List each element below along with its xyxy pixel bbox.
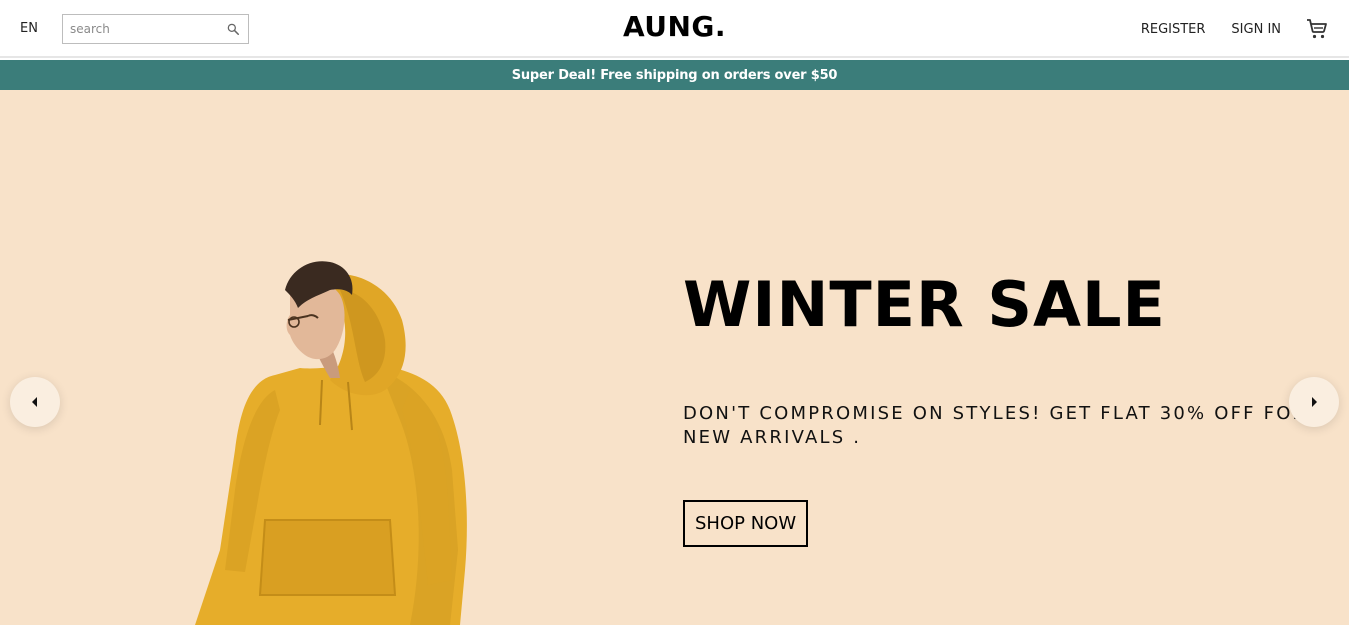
slide-description: DON'T COMPROMISE ON STYLES! GET FLAT 30%…	[683, 403, 1308, 448]
slide-info: WINTER SALE DON'T COMPROMISE ON STYLES! …	[683, 270, 1323, 547]
slider-next-button[interactable]	[1289, 377, 1339, 427]
navbar: EN AUNG. REGISTER SIGN IN	[0, 0, 1349, 58]
slider-prev-button[interactable]	[10, 377, 60, 427]
hero-image	[195, 261, 467, 625]
search-icon[interactable]	[226, 22, 240, 36]
language-selector[interactable]: EN	[20, 21, 38, 36]
arrow-right-icon	[1312, 397, 1317, 407]
arrow-left-icon	[32, 397, 37, 407]
shop-now-button[interactable]: SHOP NOW	[683, 500, 809, 547]
search-input[interactable]	[63, 16, 213, 42]
slide-title: WINTER SALE	[683, 268, 1166, 341]
register-link[interactable]: REGISTER	[1141, 22, 1206, 37]
sign-in-link[interactable]: SIGN IN	[1231, 22, 1281, 37]
logo[interactable]: AUNG.	[623, 10, 726, 43]
search-box	[62, 14, 249, 44]
announcement-bar: Super Deal! Free shipping on orders over…	[0, 60, 1349, 90]
hero-slider: WINTER SALE DON'T COMPROMISE ON STYLES! …	[0, 90, 1349, 625]
shopping-cart-icon[interactable]	[1305, 17, 1329, 41]
announcement-text: Super Deal! Free shipping on orders over…	[511, 67, 838, 83]
nav-actions: REGISTER SIGN IN	[1115, 14, 1329, 44]
